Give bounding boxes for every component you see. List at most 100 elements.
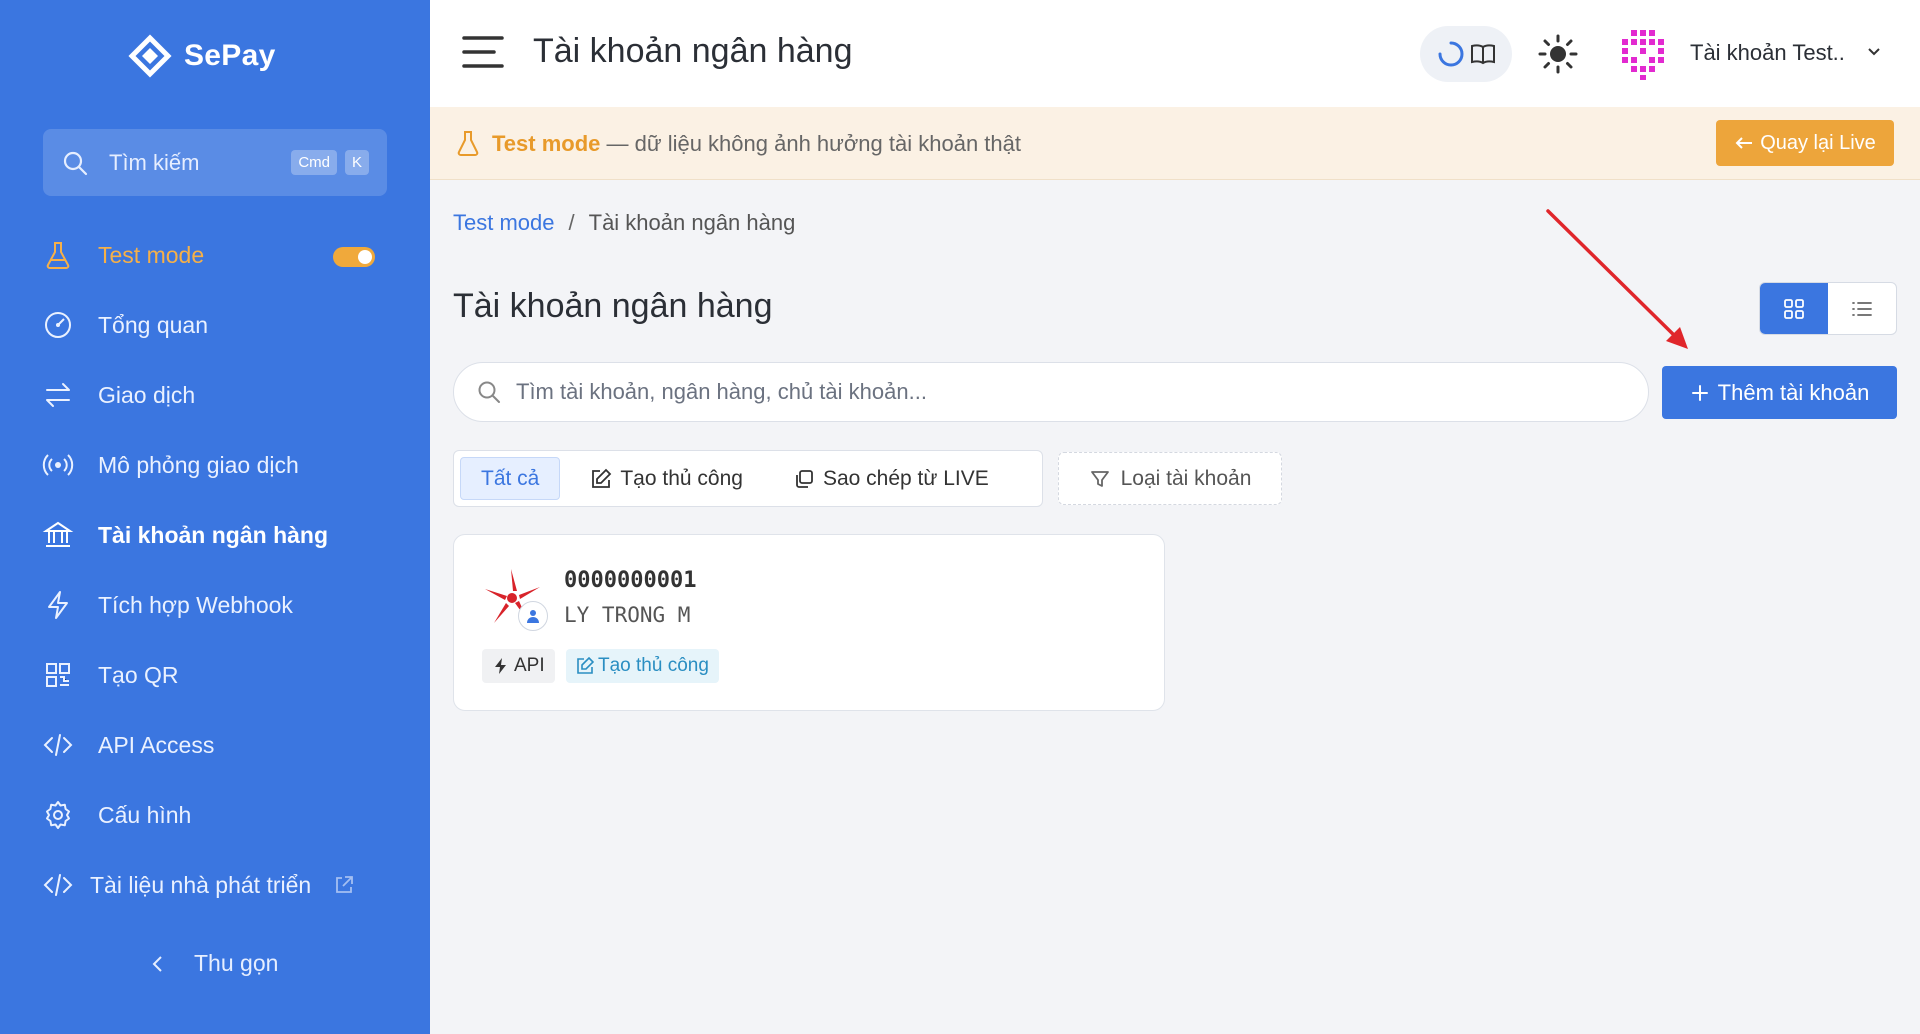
- docs-toggle[interactable]: [1420, 26, 1512, 82]
- account-type-filter-label: Loại tài khoản: [1120, 466, 1252, 490]
- annotation-arrow: [1546, 209, 1688, 349]
- back-to-live-button[interactable]: Quay lại Live: [1716, 120, 1894, 166]
- sidebar-item-create-qr[interactable]: Tạo QR: [0, 640, 430, 710]
- sidebar-item-developer-docs[interactable]: Tài liệu nhà phát triển: [0, 850, 430, 920]
- sidebar-item-bank-accounts[interactable]: Tài khoản ngân hàng: [0, 500, 430, 570]
- sidebar-item-label: Tài khoản ngân hàng: [98, 521, 329, 548]
- breadcrumb-current: Tài khoản ngân hàng: [588, 210, 796, 235]
- account-holder: LY TRONG M: [564, 603, 691, 627]
- book-icon: [1471, 44, 1495, 65]
- brand[interactable]: SePay: [128, 30, 276, 82]
- banner-mode: Test mode: [492, 131, 601, 156]
- edit-icon: [577, 657, 594, 674]
- sidebar-search[interactable]: Tìm kiếm Cmd K: [43, 129, 387, 196]
- search-icon: [63, 151, 88, 175]
- sidebar-item-label: Tích hợp Webhook: [98, 591, 293, 618]
- tag-api: API: [482, 649, 555, 683]
- tag-manual: Tạo thủ công: [566, 649, 719, 683]
- brand-name: SePay: [184, 39, 276, 72]
- collapse-label: Thu gọn: [194, 950, 279, 976]
- copy-icon: [796, 469, 813, 488]
- shortcut-cmd: Cmd: [291, 150, 337, 175]
- sidebar-item-label: Tài liệu nhà phát triển: [90, 871, 312, 898]
- grid-view-button[interactable]: [1760, 283, 1828, 334]
- gear-icon: [46, 801, 70, 829]
- sidebar-item-simulate[interactable]: Mô phỏng giao dịch: [0, 430, 430, 500]
- account-card[interactable]: 0000000001 LY TRONG M API Tạo thủ công: [453, 534, 1165, 711]
- grid-icon: [1784, 298, 1804, 319]
- back-to-live-label: Quay lại Live: [1760, 131, 1876, 154]
- flask-icon: [457, 131, 479, 156]
- code-icon: [43, 874, 73, 896]
- sidebar-item-api-access[interactable]: API Access: [0, 710, 430, 780]
- tab-label: Tất cả: [481, 466, 540, 490]
- dashboard-gauge-icon: [45, 312, 71, 338]
- sidebar-item-label: Mô phỏng giao dịch: [98, 451, 299, 478]
- arrow-left-icon: [1735, 137, 1753, 149]
- sidebar-item-overview[interactable]: Tổng quan: [0, 290, 430, 360]
- flask-icon: [46, 242, 70, 269]
- avatar[interactable]: [1613, 24, 1673, 84]
- lightning-icon: [48, 591, 68, 619]
- list-view-button[interactable]: [1828, 283, 1896, 334]
- topbar: Tài khoản ngân hàng Tài khoản Test..: [430, 0, 1920, 107]
- breadcrumb-separator: /: [568, 210, 575, 235]
- sidebar-item-label: Cấu hình: [98, 801, 192, 828]
- breadcrumb: Test mode / Tài khoản ngân hàng: [453, 210, 795, 236]
- filter-icon: [1090, 470, 1109, 487]
- sidebar: SePay Tìm kiếm Cmd K Test mode Tổng quan…: [0, 0, 430, 1034]
- tag-label: Tạo thủ công: [598, 655, 709, 676]
- sidebar-item-label: Test mode: [98, 241, 205, 268]
- sepay-logo-icon: [128, 34, 172, 78]
- broadcast-icon: [42, 454, 74, 476]
- qr-code-icon: [46, 663, 70, 687]
- plus-icon: [1691, 384, 1708, 401]
- banner-message: — dữ liệu không ảnh hưởng tài khoản thật: [600, 131, 1022, 156]
- sidebar-item-label: API Access: [98, 731, 215, 758]
- sidebar-item-transactions[interactable]: Giao dịch: [0, 360, 430, 430]
- user-icon: [527, 610, 539, 623]
- arrows-swap-icon: [46, 383, 70, 407]
- tab-manual[interactable]: Tạo thủ công: [570, 457, 763, 500]
- menu-icon[interactable]: [462, 34, 504, 70]
- account-type-filter[interactable]: Loại tài khoản: [1058, 452, 1282, 505]
- tab-label: Tạo thủ công: [620, 466, 743, 490]
- edit-icon: [592, 468, 612, 488]
- sidebar-search-placeholder: Tìm kiếm: [109, 149, 200, 175]
- collapse-sidebar-button[interactable]: Thu gọn: [150, 950, 278, 977]
- external-link-icon: [336, 876, 354, 893]
- list-icon: [1852, 301, 1872, 316]
- account-number: 0000000001: [564, 568, 697, 593]
- sidebar-item-label: Tổng quan: [98, 311, 208, 338]
- chevron-down-icon[interactable]: [1866, 44, 1882, 60]
- source-filter-tabs: Tất cả Tạo thủ công Sao chép từ LIVE: [453, 450, 1043, 507]
- account-search: [453, 362, 1649, 422]
- breadcrumb-parent[interactable]: Test mode: [453, 210, 555, 236]
- sun-icon[interactable]: [1538, 34, 1578, 74]
- shortcut-k: K: [344, 150, 369, 175]
- sidebar-item-label: Tạo QR: [98, 661, 179, 688]
- sidebar-nav: Test mode Tổng quan Giao dịch Mô phỏng g…: [0, 220, 430, 920]
- sidebar-item-test-mode[interactable]: Test mode: [0, 220, 430, 290]
- add-account-button[interactable]: Thêm tài khoản: [1662, 366, 1897, 419]
- tab-copy-from-live[interactable]: Sao chép từ LIVE: [773, 457, 1009, 500]
- search-icon: [478, 381, 500, 403]
- bank-icon: [42, 521, 74, 547]
- code-icon: [43, 734, 73, 756]
- tab-label: Sao chép từ LIVE: [822, 466, 989, 490]
- lightning-icon: [495, 658, 506, 674]
- chevron-left-icon: [152, 955, 162, 972]
- view-toggle: [1759, 282, 1897, 335]
- tab-all[interactable]: Tất cả: [460, 457, 561, 500]
- sidebar-item-webhook[interactable]: Tích hợp Webhook: [0, 570, 430, 640]
- loading-spinner-icon: [1438, 41, 1464, 67]
- sidebar-item-label: Giao dịch: [98, 381, 196, 408]
- section-title: Tài khoản ngân hàng: [453, 287, 773, 325]
- page-title: Tài khoản ngân hàng: [533, 32, 853, 70]
- sidebar-item-settings[interactable]: Cấu hình: [0, 780, 430, 850]
- account-search-input[interactable]: [516, 379, 1626, 405]
- add-account-label: Thêm tài khoản: [1717, 379, 1870, 405]
- user-menu-label[interactable]: Tài khoản Test..: [1690, 40, 1845, 66]
- test-mode-banner: Test mode — dữ liệu không ảnh hưởng tài …: [430, 107, 1920, 180]
- test-mode-toggle[interactable]: [333, 247, 375, 267]
